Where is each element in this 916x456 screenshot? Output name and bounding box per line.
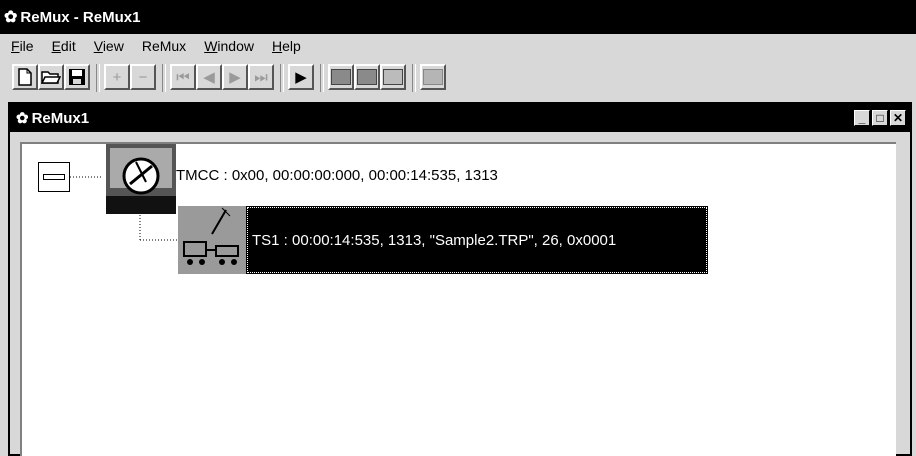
menu-help[interactable]: Help (272, 38, 301, 54)
menu-file[interactable]: File (11, 38, 34, 54)
remove-button[interactable]: − (130, 64, 156, 90)
menu-window[interactable]: Window (204, 38, 254, 54)
collapse-toggle[interactable] (38, 162, 70, 192)
edit-ts-button[interactable] (354, 64, 380, 90)
child-title: ReMux1 (31, 109, 90, 127)
menu-edit-rest: dit (60, 38, 76, 54)
toolbar: + − ⏮ ◀ ▶ ⏭ ▶ (0, 60, 916, 100)
app-icon: ✿ (4, 9, 18, 26)
menu-view-mnemonic: V (93, 38, 103, 54)
toolbar-separator (412, 64, 416, 92)
maximize-button[interactable]: □ (872, 110, 888, 126)
menu-help-mnemonic: H (272, 38, 283, 54)
ts-stream-icon[interactable] (178, 206, 246, 274)
minus-icon (43, 174, 65, 180)
close-button[interactable]: ✕ (890, 110, 906, 126)
toolbar-separator (280, 64, 284, 92)
child-app-icon: ✿ (16, 110, 29, 127)
new-button[interactable] (12, 64, 38, 90)
toolbar-separator (320, 64, 324, 92)
menu-help-rest: elp (282, 38, 301, 54)
display-button[interactable] (420, 64, 446, 90)
step-back-icon: ◀ (203, 69, 215, 86)
add-icon: + (112, 68, 122, 86)
back-button[interactable]: ◀ (196, 64, 222, 90)
play-icon: ▶ (295, 69, 307, 86)
menu-remux-label: ReMux (141, 38, 187, 54)
menu-window-mnemonic: W (204, 38, 218, 54)
minimize-icon: _ (858, 111, 866, 125)
forward-button[interactable]: ▶ (222, 64, 248, 90)
first-button[interactable]: ⏮ (170, 64, 196, 90)
open-folder-icon (41, 71, 61, 84)
close-icon: ✕ (892, 111, 904, 125)
menu-view-rest: iew (102, 38, 124, 54)
minimize-button[interactable]: _ (854, 110, 870, 126)
menu-edit-mnemonic: E (51, 38, 61, 54)
menu-bar: File Edit View ReMux Window Help (0, 34, 916, 58)
edit-tmcc-button[interactable] (328, 64, 354, 90)
tmcc-dish-icon[interactable] (106, 144, 176, 214)
tree-node-tmcc[interactable]: TMCC : 0x00, 00:00:00:000, 00:00:14:535,… (176, 167, 498, 184)
toolbar-separator (162, 64, 166, 92)
window-buttons: _ □ ✕ (854, 110, 906, 126)
play-button[interactable]: ▶ (288, 64, 314, 90)
save-icon (69, 69, 85, 85)
menu-remux[interactable]: ReMux (142, 38, 186, 54)
remove-icon: − (138, 68, 148, 86)
menu-file-rest: ile (19, 38, 34, 54)
step-forward-icon: ▶ (229, 69, 241, 86)
child-titlebar[interactable]: ✿ ReMux1 _ □ ✕ (10, 104, 910, 132)
edit-tmcc-icon (331, 69, 351, 85)
app-titlebar[interactable]: ✿ ReMux - ReMux1 (0, 0, 916, 34)
add-button[interactable]: + (104, 64, 130, 90)
edit-stream-icon (383, 69, 403, 85)
last-button[interactable]: ⏭ (248, 64, 274, 90)
maximize-icon: □ (876, 111, 884, 125)
toolbar-separator (96, 64, 100, 92)
app-window: ✿ ReMux - ReMux1 File Edit View ReMux Wi… (0, 0, 916, 456)
menu-window-rest: indow (217, 38, 254, 54)
child-window: ✿ ReMux1 _ □ ✕ TMCC: 0x00, 00:00:00:000… (8, 102, 912, 456)
menu-edit[interactable]: Edit (52, 38, 76, 54)
menu-file-mnemonic: F (11, 38, 20, 54)
new-doc-icon (18, 68, 32, 86)
skip-last-icon: ⏭ (254, 68, 268, 86)
edit-stream-button[interactable] (380, 64, 406, 90)
tree-view[interactable]: TMCC : 0x00, 00:00:00:000, 00:00:14:535,… (20, 142, 896, 456)
skip-first-icon: ⏮ (176, 68, 190, 86)
tree-node-ts1-selected[interactable]: TS1 : 00:00:14:535, 1313, "Sample2.TRP",… (246, 206, 708, 274)
app-title: ReMux - ReMux1 (20, 8, 141, 26)
edit-ts-icon (357, 69, 377, 85)
save-button[interactable] (64, 64, 90, 90)
open-button[interactable] (38, 64, 64, 90)
display-icon (423, 69, 443, 85)
menu-view[interactable]: View (94, 38, 124, 54)
